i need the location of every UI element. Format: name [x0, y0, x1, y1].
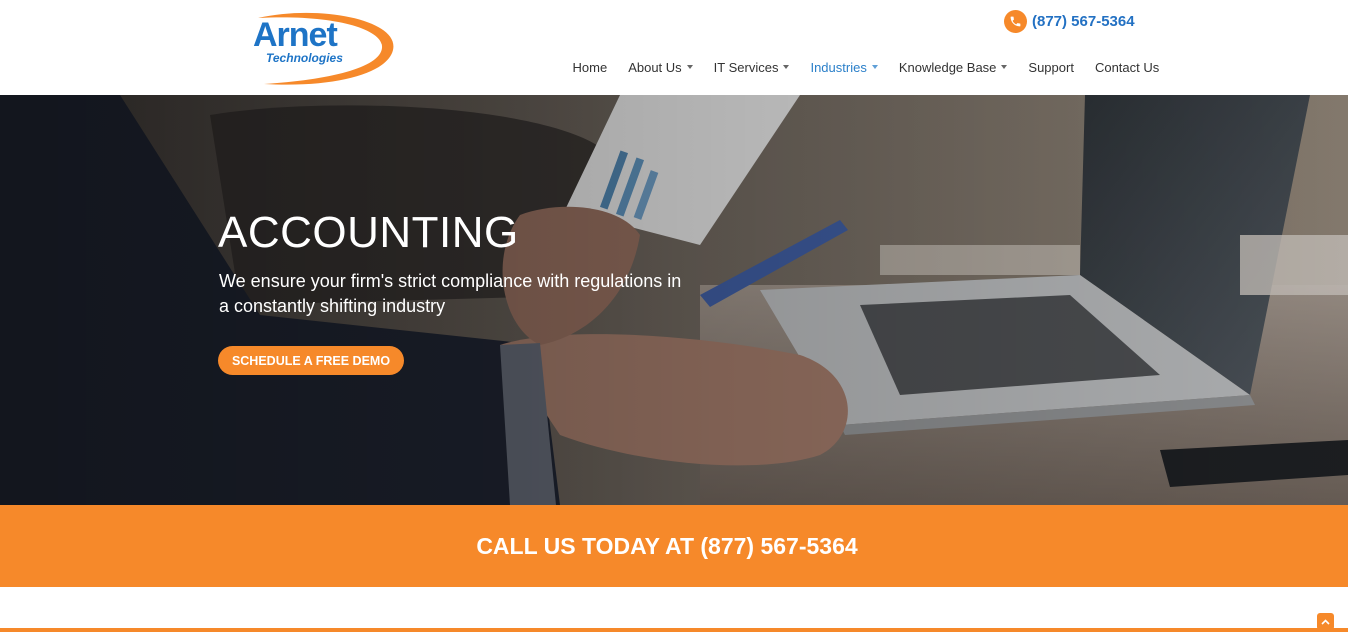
- chevron-up-icon: [1321, 618, 1330, 625]
- nav-support[interactable]: Support: [1018, 60, 1085, 75]
- nav-home[interactable]: Home: [562, 60, 618, 75]
- hero-title: ACCOUNTING: [218, 208, 519, 257]
- site-header: Arnet Technologies (877) 567-5364 Home A…: [0, 0, 1348, 95]
- header-phone-link[interactable]: (877) 567-5364: [1004, 9, 1135, 33]
- logo-text-technologies: Technologies: [266, 51, 343, 65]
- caret-down-icon: [686, 65, 693, 69]
- hero-subtitle: We ensure your firm's strict compliance …: [219, 271, 682, 316]
- section-divider: [0, 628, 1348, 632]
- logo-text-arnet: Arnet: [253, 16, 338, 54]
- call-banner-text[interactable]: CALL US TODAY AT (877) 567-5364: [476, 533, 857, 560]
- caret-down-icon: [783, 65, 790, 69]
- caret-down-icon: [1001, 65, 1008, 69]
- hero-section: ACCOUNTING We ensure your firm's strict …: [0, 95, 1348, 505]
- logo[interactable]: Arnet Technologies: [250, 10, 396, 88]
- nav-industries-label: Industries: [810, 59, 867, 75]
- nav-it-services-label: IT Services: [713, 59, 779, 75]
- nav-about-us[interactable]: About Us: [618, 60, 703, 75]
- main-nav: Home About Us IT Services Industries Kno…: [562, 56, 1170, 78]
- nav-contact-us[interactable]: Contact Us: [1084, 60, 1169, 75]
- caret-down-icon: [871, 65, 878, 69]
- nav-industries[interactable]: Industries: [800, 60, 888, 75]
- phone-icon: [1004, 9, 1027, 33]
- header-phone-number: (877) 567-5364: [1032, 12, 1135, 30]
- nav-knowledge-base-label: Knowledge Base: [898, 59, 997, 75]
- nav-about-us-label: About Us: [628, 59, 682, 75]
- nav-support-label: Support: [1028, 59, 1074, 75]
- nav-knowledge-base[interactable]: Knowledge Base: [888, 60, 1018, 75]
- scroll-to-top-button[interactable]: [1317, 613, 1334, 630]
- nav-it-services[interactable]: IT Services: [703, 60, 800, 75]
- nav-home-label: Home: [572, 59, 608, 75]
- call-banner: CALL US TODAY AT (877) 567-5364: [0, 505, 1348, 587]
- nav-contact-us-label: Contact Us: [1094, 59, 1160, 75]
- schedule-demo-button[interactable]: SCHEDULE A FREE DEMO: [218, 346, 404, 375]
